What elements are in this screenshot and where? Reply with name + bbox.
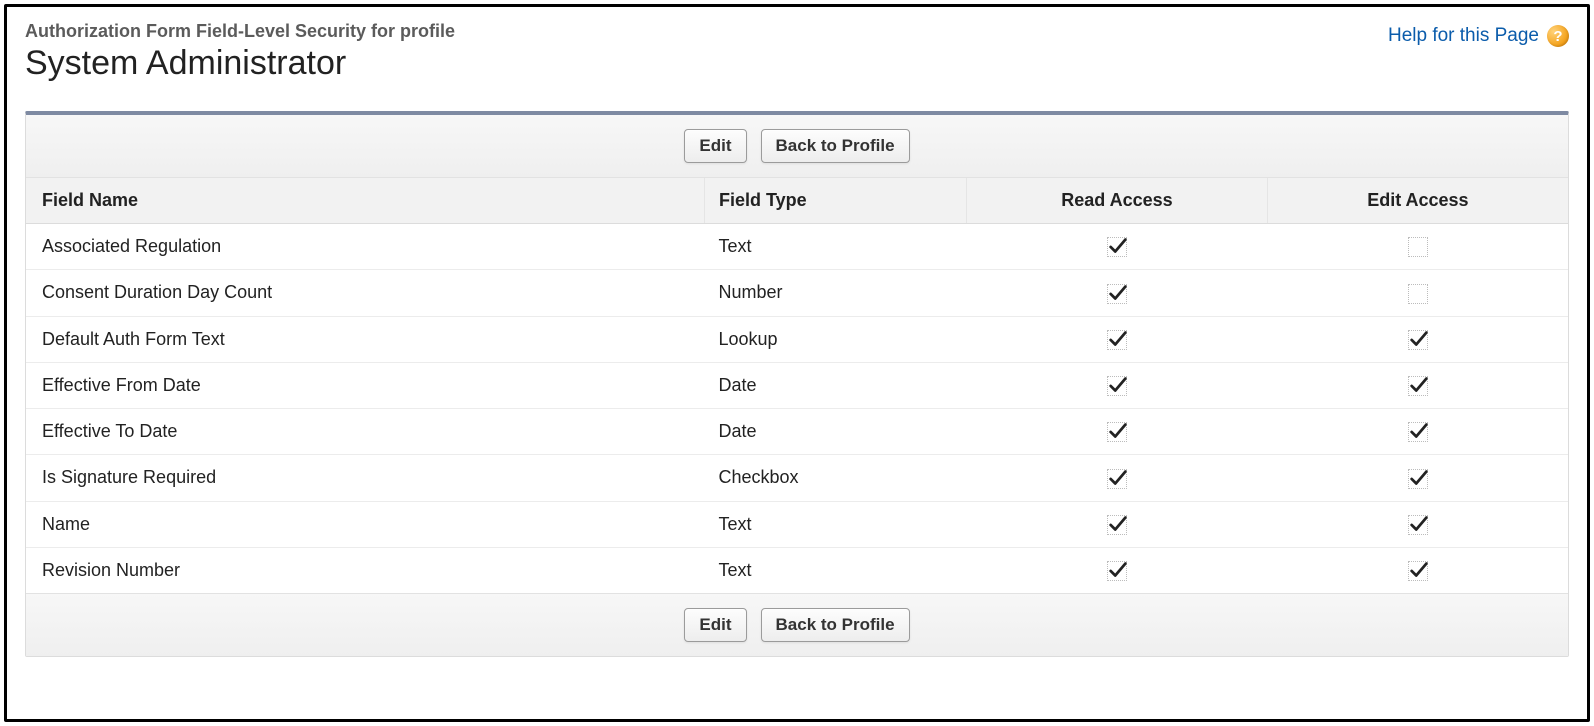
edit-access-checkbox: [1408, 376, 1428, 396]
page-subtitle: Authorization Form Field-Level Security …: [25, 21, 455, 42]
table-row: Is Signature RequiredCheckbox: [26, 455, 1568, 501]
table-row: Effective From DateDate: [26, 362, 1568, 408]
read-access-checkbox: [1107, 237, 1127, 257]
read-access-checkbox: [1107, 284, 1127, 304]
edit-access-checkbox: [1408, 284, 1428, 304]
page-header: Authorization Form Field-Level Security …: [25, 21, 1569, 83]
help-link[interactable]: Help for this Page ?: [1388, 25, 1569, 47]
table-row: Consent Duration Day CountNumber: [26, 270, 1568, 316]
field-name-cell: Consent Duration Day Count: [26, 270, 704, 316]
edit-button[interactable]: Edit: [684, 129, 746, 163]
page-title: System Administrator: [25, 44, 455, 83]
field-name-cell: Effective From Date: [26, 362, 704, 408]
button-bar-bottom: Edit Back to Profile: [26, 593, 1568, 656]
help-link-label: Help for this Page: [1388, 25, 1539, 47]
field-type-cell: Checkbox: [704, 455, 966, 501]
field-type-cell: Text: [704, 501, 966, 547]
field-name-cell: Is Signature Required: [26, 455, 704, 501]
read-access-checkbox: [1107, 422, 1127, 442]
edit-access-checkbox: [1408, 422, 1428, 442]
field-type-cell: Lookup: [704, 316, 966, 362]
col-field-name: Field Name: [26, 178, 704, 224]
field-type-cell: Number: [704, 270, 966, 316]
table-row: Default Auth Form TextLookup: [26, 316, 1568, 362]
read-access-checkbox: [1107, 330, 1127, 350]
fls-table: Field Name Field Type Read Access Edit A…: [26, 178, 1568, 593]
field-name-cell: Revision Number: [26, 547, 704, 593]
fls-panel: Edit Back to Profile Field Name Field Ty…: [25, 111, 1569, 657]
table-header-row: Field Name Field Type Read Access Edit A…: [26, 178, 1568, 224]
back-to-profile-button[interactable]: Back to Profile: [761, 608, 910, 642]
back-to-profile-button[interactable]: Back to Profile: [761, 129, 910, 163]
edit-access-checkbox: [1408, 515, 1428, 535]
read-access-checkbox: [1107, 515, 1127, 535]
table-row: Associated RegulationText: [26, 224, 1568, 270]
header-titles: Authorization Form Field-Level Security …: [25, 21, 455, 83]
page-frame: Authorization Form Field-Level Security …: [4, 4, 1590, 722]
field-name-cell: Default Auth Form Text: [26, 316, 704, 362]
button-bar-top: Edit Back to Profile: [26, 115, 1568, 178]
field-type-cell: Date: [704, 362, 966, 408]
edit-access-checkbox: [1408, 469, 1428, 489]
col-edit-access: Edit Access: [1267, 178, 1568, 224]
field-name-cell: Name: [26, 501, 704, 547]
read-access-checkbox: [1107, 376, 1127, 396]
table-row: NameText: [26, 501, 1568, 547]
field-name-cell: Effective To Date: [26, 409, 704, 455]
field-type-cell: Date: [704, 409, 966, 455]
table-row: Revision NumberText: [26, 547, 1568, 593]
edit-access-checkbox: [1408, 561, 1428, 581]
read-access-checkbox: [1107, 469, 1127, 489]
field-name-cell: Associated Regulation: [26, 224, 704, 270]
col-field-type: Field Type: [704, 178, 966, 224]
table-row: Effective To DateDate: [26, 409, 1568, 455]
read-access-checkbox: [1107, 561, 1127, 581]
field-type-cell: Text: [704, 547, 966, 593]
edit-access-checkbox: [1408, 330, 1428, 350]
col-read-access: Read Access: [967, 178, 1268, 224]
help-icon: ?: [1547, 25, 1569, 47]
edit-button[interactable]: Edit: [684, 608, 746, 642]
field-type-cell: Text: [704, 224, 966, 270]
edit-access-checkbox: [1408, 237, 1428, 257]
